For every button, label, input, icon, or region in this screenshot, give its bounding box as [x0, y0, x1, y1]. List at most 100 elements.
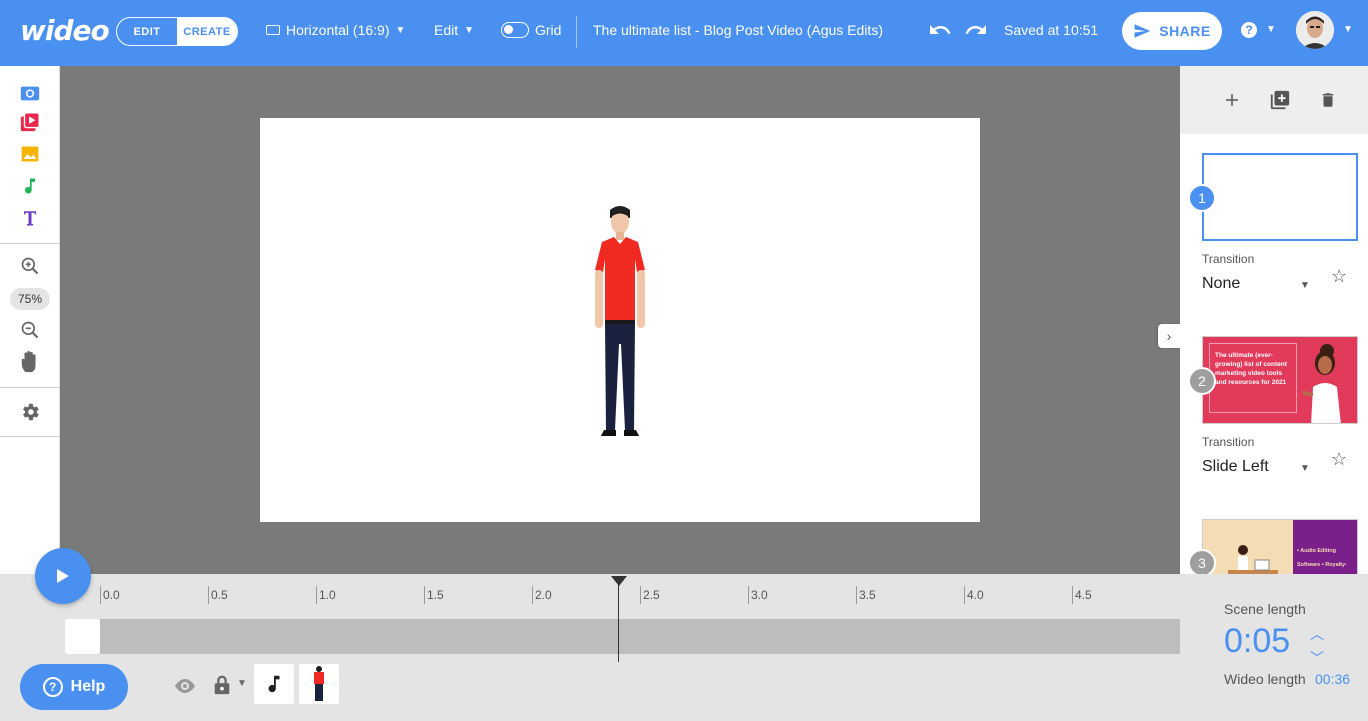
star-icon[interactable]: ☆ [1331, 449, 1347, 470]
timeline-tick-label: 2.5 [643, 588, 660, 602]
grid-toggle[interactable]: Grid [501, 22, 561, 38]
wideo-length-value: 00:36 [1315, 671, 1351, 687]
decrease-length-icon[interactable]: ﹀ [1310, 648, 1324, 668]
image-icon[interactable] [18, 142, 42, 166]
timeline-tick-label: 2.0 [535, 588, 552, 602]
create-mode-button[interactable]: CREATE [177, 18, 237, 45]
eye-icon[interactable] [173, 674, 197, 703]
play-icon [57, 569, 69, 583]
music-icon[interactable] [18, 174, 42, 198]
hand-icon[interactable] [18, 350, 42, 374]
scene-length-value[interactable]: 0:05 [1224, 622, 1290, 661]
camera-icon[interactable] [18, 81, 42, 105]
gear-icon[interactable] [18, 400, 42, 424]
share-button[interactable]: SHARE [1122, 12, 1222, 50]
timeline-tick [316, 586, 317, 604]
help-icon[interactable]: ? [1241, 22, 1257, 38]
chevron-down-icon: ▼ [464, 24, 475, 36]
zoom-out-icon[interactable] [18, 318, 42, 342]
chevron-down-icon[interactable]: ▼ [1266, 24, 1276, 35]
chevron-down-icon[interactable]: ▼ [1300, 463, 1310, 474]
timeline-tick [532, 586, 533, 604]
scenes-panel: 1 Transition None ▼ ☆ 2 The ultimate (ev… [1180, 66, 1368, 574]
video-icon[interactable] [18, 110, 42, 134]
canvas-area [60, 66, 1180, 574]
aspect-ratio-label: Horizontal (16:9) [286, 22, 390, 38]
grid-switch-icon[interactable] [501, 22, 529, 38]
timeline-tick [964, 586, 965, 604]
increase-length-icon[interactable]: ︿ [1310, 624, 1324, 644]
scene-number-badge: 2 [1188, 367, 1216, 395]
playhead-line[interactable] [618, 578, 620, 662]
edit-mode-button[interactable]: EDIT [117, 18, 177, 45]
lock-icon[interactable] [211, 673, 233, 702]
star-icon[interactable]: ☆ [1331, 266, 1347, 287]
text-icon[interactable] [18, 206, 42, 230]
divider [0, 387, 60, 388]
chevron-down-icon: ▼ [395, 24, 406, 36]
scene-thumbnail-3[interactable]: • Audio Editing Software • Royalty-Free … [1202, 519, 1358, 574]
collapse-panel-button[interactable]: › [1158, 324, 1180, 348]
chevron-down-icon[interactable]: ▼ [1343, 24, 1353, 35]
save-status: Saved at 10:51 [1004, 22, 1099, 38]
scenes-panel-header [1180, 66, 1368, 134]
zoom-in-icon[interactable] [18, 254, 42, 278]
share-label: SHARE [1159, 23, 1211, 39]
scene-2-text: The ultimate (ever-growing) list of cont… [1215, 352, 1287, 386]
divider [0, 243, 60, 244]
aspect-ratio-icon [266, 25, 280, 35]
timeline-tick-label: 1.5 [427, 588, 444, 602]
timeline-tick [100, 586, 101, 604]
scene-number-badge: 3 [1188, 549, 1216, 574]
playhead-handle[interactable] [611, 576, 628, 586]
scene-length-label: Scene length [1224, 601, 1306, 617]
avatar[interactable] [1296, 11, 1334, 49]
timeline-tick [1072, 586, 1073, 604]
character-layer-thumbnail[interactable] [299, 664, 339, 704]
scene-number-badge: 1 [1188, 184, 1216, 212]
timeline-clip-handle[interactable] [65, 619, 100, 654]
chevron-down-icon[interactable]: ▼ [237, 678, 247, 689]
project-title[interactable]: The ultimate list - Blog Post Video (Agu… [593, 22, 883, 38]
play-button[interactable] [35, 548, 91, 604]
undo-icon[interactable] [928, 18, 952, 48]
zoom-level: 75% [10, 288, 50, 310]
left-toolbar: 75% [0, 66, 60, 574]
help-button[interactable]: ? Help [20, 664, 128, 710]
mode-toggle[interactable]: EDIT CREATE [116, 17, 238, 46]
divider [576, 16, 577, 48]
divider [0, 436, 60, 437]
transition-label: Transition [1202, 435, 1255, 449]
timeline-tick [856, 586, 857, 604]
transition-select[interactable]: None [1202, 275, 1240, 293]
duplicate-scene-icon[interactable] [1268, 88, 1292, 112]
grid-label: Grid [535, 22, 562, 38]
wideo-logo[interactable]: wideo [20, 14, 110, 47]
timeline-tick-label: 3.0 [751, 588, 768, 602]
timeline-tick [208, 586, 209, 604]
timeline-tick-label: 1.0 [319, 588, 336, 602]
help-label: Help [70, 678, 106, 695]
transition-label: Transition [1202, 252, 1255, 266]
send-icon [1134, 24, 1151, 38]
timeline-tick-label: 3.5 [859, 588, 876, 602]
music-note-icon [268, 675, 280, 693]
edit-menu[interactable]: Edit ▼ [434, 22, 474, 38]
aspect-ratio-dropdown[interactable]: Horizontal (16:9) ▼ [266, 22, 405, 38]
chevron-down-icon[interactable]: ▼ [1300, 280, 1310, 291]
trash-icon[interactable] [1316, 88, 1340, 112]
timeline-tick-label: 4.5 [1075, 588, 1092, 602]
man-character[interactable] [590, 204, 650, 438]
music-layer-thumbnail[interactable] [254, 664, 294, 704]
scene-thumbnail-2[interactable]: The ultimate (ever-growing) list of cont… [1202, 336, 1358, 424]
timeline-track[interactable] [65, 619, 1180, 654]
scene-stage[interactable] [260, 118, 980, 522]
timeline: 0.00.51.01.52.02.53.03.54.04.55.0 ▼ [0, 574, 1200, 721]
redo-icon[interactable] [964, 18, 988, 48]
scene-thumbnail-1[interactable] [1202, 153, 1358, 241]
add-scene-icon[interactable] [1220, 88, 1244, 112]
timeline-tick [424, 586, 425, 604]
timeline-tick [640, 586, 641, 604]
top-bar: wideo EDIT CREATE Horizontal (16:9) ▼ Ed… [0, 0, 1368, 66]
transition-select[interactable]: Slide Left [1202, 458, 1269, 476]
